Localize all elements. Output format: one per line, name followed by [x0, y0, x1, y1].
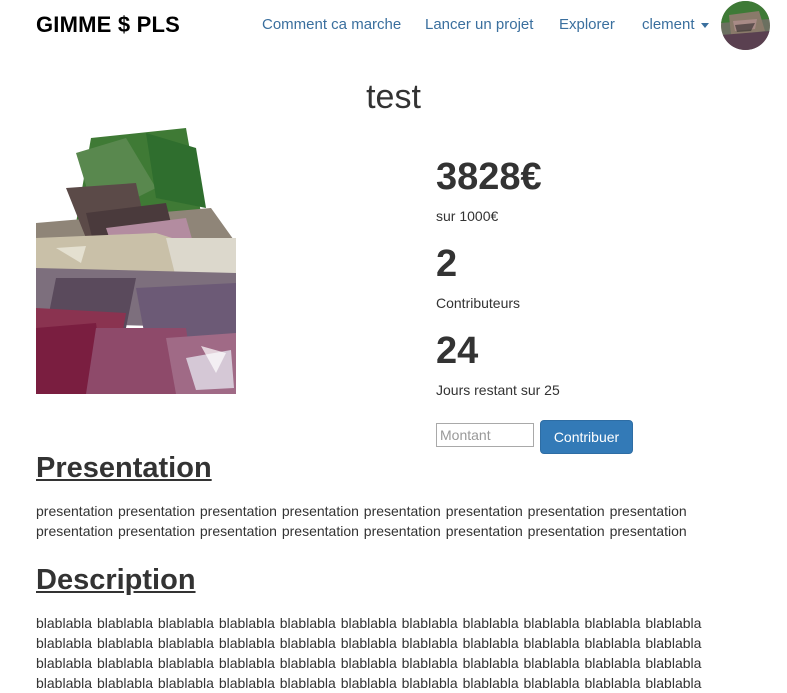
description-text: blablabla blablabla blablabla blablabla …: [36, 615, 702, 691]
presentation-text: presentation presentation presentation p…: [36, 503, 687, 539]
contribute-button[interactable]: Contribuer: [540, 420, 633, 454]
page-title: test: [366, 78, 421, 116]
user-menu-dropdown[interactable]: clement: [642, 16, 709, 33]
days-left-label: Jours restant sur 25: [436, 382, 560, 398]
brand-logo[interactable]: GIMME $ PLS: [36, 12, 180, 38]
nav-link-launch-project[interactable]: Lancer un projet: [425, 16, 533, 33]
amount-raised: 3828€: [436, 156, 542, 198]
avatar[interactable]: [721, 1, 770, 50]
caret-down-icon: [700, 22, 709, 28]
days-left-count: 24: [436, 330, 479, 372]
contributors-count: 2: [436, 243, 458, 285]
nav-link-how-it-works[interactable]: Comment ca marche: [262, 16, 401, 33]
nav-link-explore[interactable]: Explorer: [559, 16, 615, 33]
amount-input[interactable]: [436, 423, 534, 447]
presentation-heading: Presentation: [36, 452, 212, 484]
avatar-image: [721, 1, 770, 50]
description-heading: Description: [36, 564, 196, 596]
navbar: GIMME $ PLS Comment ca marche Lancer un …: [0, 0, 787, 52]
project-image: [36, 128, 236, 394]
contributors-label: Contributeurs: [436, 295, 521, 311]
goal-text: sur 1000€: [436, 208, 499, 224]
user-name: clement: [642, 16, 695, 33]
